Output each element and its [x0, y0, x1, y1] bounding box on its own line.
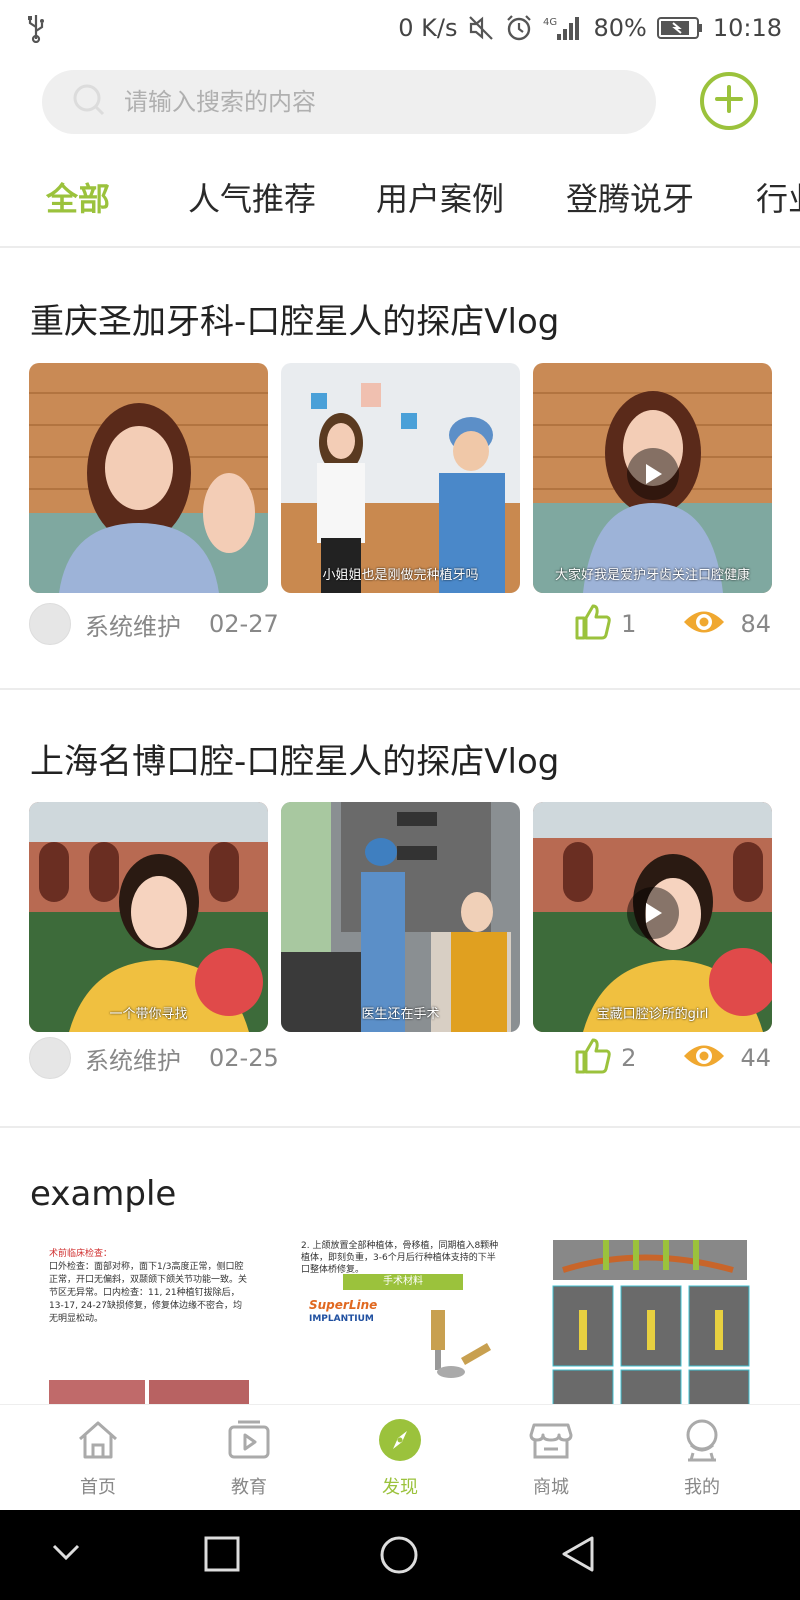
compass-icon — [377, 1419, 423, 1467]
profile-icon — [679, 1419, 725, 1467]
usb-icon — [26, 13, 46, 43]
nav-label: 我的 — [684, 1477, 720, 1498]
alarm-icon — [505, 14, 533, 42]
post-thumbnails: 术前临床检查： 口外检查：面部对称，面下1/3高度正常，侧口腔正常，开口无偏斜，… — [29, 1240, 772, 1404]
like-count: 1 — [621, 610, 637, 638]
system-navigation-bar — [0, 1510, 800, 1600]
search-box[interactable] — [42, 70, 656, 134]
like-count: 2 — [621, 1044, 637, 1072]
view-count: 44 — [740, 1044, 771, 1072]
nav-discover[interactable]: 发现 — [350, 1417, 450, 1499]
network-speed: 0 K/s — [398, 14, 458, 42]
post-thumbnails: 小姐姐也是刚做完种植牙吗 大家好我是爱护牙齿关注口腔健康 — [29, 363, 772, 593]
nav-education[interactable]: 教育 — [199, 1417, 299, 1499]
battery-percent: 80% — [593, 14, 647, 42]
post-thumbnail[interactable]: 宝藏口腔诊所的girl — [533, 802, 772, 1032]
svg-text:4G: 4G — [543, 17, 557, 28]
post-thumbnail[interactable]: 小姐姐也是刚做完种植牙吗 — [281, 363, 520, 593]
plus-icon — [714, 84, 744, 118]
back-icon[interactable] — [558, 1534, 598, 1578]
thumbnail-caption: 一个带你寻找 — [109, 1007, 188, 1022]
thumbnail-caption: 医生还在手术 — [361, 1007, 440, 1022]
doc-top-text: 2. 上颌放置全部种植体，骨移植，同期植入8颗种植体，即刻负重，3-6个月后行种… — [301, 1241, 499, 1275]
post-thumbnail[interactable] — [533, 1240, 772, 1404]
post-card[interactable]: example 术前临床检查： 口外检查：面部对称，面下1/3高度正常，侧口腔正… — [0, 1128, 800, 1404]
tab-popular[interactable]: 人气推荐 — [188, 174, 316, 220]
search-row — [0, 68, 800, 134]
mute-icon — [467, 14, 495, 42]
search-icon — [72, 83, 106, 121]
material-label: 手术材料 — [343, 1274, 463, 1290]
tab-all[interactable]: 全部 — [46, 174, 110, 220]
status-bar: 0 K/s 4G 80% 10:18 — [0, 0, 800, 56]
nav-label: 发现 — [382, 1477, 418, 1498]
post-card[interactable]: 重庆圣加牙科-口腔星人的探店Vlog 小姐姐也是刚做完种植牙吗 大家好我是爱护牙… — [0, 248, 800, 688]
post-title[interactable]: 上海名博口腔-口腔星人的探店Vlog — [30, 734, 559, 783]
author-name[interactable]: 系统维护 — [85, 607, 181, 642]
like-icon[interactable] — [573, 602, 613, 646]
nav-home[interactable]: 首页 — [48, 1417, 148, 1499]
post-title[interactable]: 重庆圣加牙科-口腔星人的探店Vlog — [30, 294, 559, 343]
home-icon — [75, 1421, 121, 1467]
nav-label: 教育 — [231, 1477, 267, 1498]
play-icon[interactable] — [626, 448, 679, 500]
add-button[interactable] — [700, 72, 758, 130]
post-thumbnail[interactable]: 2. 上颌放置全部种植体，骨移植，同期植入8颗种植体，即刻负重，3-6个月后行种… — [281, 1240, 520, 1404]
nav-shop[interactable]: 商城 — [501, 1417, 601, 1499]
author-name[interactable]: 系统维护 — [85, 1041, 181, 1076]
hide-keyboard-icon[interactable] — [48, 1534, 84, 1574]
view-count: 84 — [740, 610, 771, 638]
post-title[interactable]: example — [30, 1174, 176, 1214]
bottom-navigation: 首页 教育 发现 商城 我的 — [0, 1404, 800, 1510]
video-icon — [226, 1420, 272, 1467]
nav-label: 商城 — [533, 1477, 569, 1498]
avatar[interactable] — [29, 1037, 71, 1079]
thumbnail-caption: 大家好我是爱护牙齿关注口腔健康 — [554, 568, 750, 583]
search-input[interactable] — [124, 88, 584, 116]
doc-body: 口外检查：面部对称，面下1/3高度正常，侧口腔正常，开口无偏斜，双颞颌下颌关节功… — [49, 1262, 248, 1324]
post-thumbnail[interactable] — [29, 363, 268, 593]
tab-user-cases[interactable]: 用户案例 — [376, 174, 504, 220]
thumbnail-caption: 小姐姐也是刚做完种植牙吗 — [322, 568, 479, 583]
post-thumbnail[interactable]: 医生还在手术 — [281, 802, 520, 1032]
post-date: 02-27 — [209, 610, 279, 638]
eye-icon — [682, 607, 726, 641]
play-icon[interactable] — [626, 887, 679, 939]
post-card[interactable]: 上海名博口腔-口腔星人的探店Vlog 一个带你寻找 医生还在手术 宝藏口腔诊所的… — [0, 690, 800, 1128]
post-thumbnail[interactable]: 大家好我是爱护牙齿关注口腔健康 — [533, 363, 772, 593]
battery-icon — [656, 15, 703, 41]
product-name: IMPLANTIUM — [309, 1314, 374, 1324]
recent-apps-icon[interactable] — [202, 1534, 242, 1578]
tab-dengteng-talk[interactable]: 登腾说牙 — [566, 174, 694, 220]
post-meta: 系统维护 02-27 1 84 — [29, 602, 771, 646]
brand-name: SuperLine — [309, 1298, 378, 1312]
eye-icon — [682, 1041, 726, 1075]
shop-icon — [528, 1423, 574, 1467]
tab-industry[interactable]: 行业 — [756, 174, 800, 220]
like-icon[interactable] — [573, 1036, 613, 1080]
post-thumbnail[interactable]: 术前临床检查： 口外检查：面部对称，面下1/3高度正常，侧口腔正常，开口无偏斜，… — [29, 1240, 268, 1404]
thumbnail-caption: 宝藏口腔诊所的girl — [596, 1007, 709, 1022]
doc-heading: 术前临床检查： — [49, 1249, 113, 1259]
nav-label: 首页 — [80, 1477, 116, 1498]
home-button-icon[interactable] — [378, 1534, 420, 1580]
nav-profile[interactable]: 我的 — [652, 1417, 752, 1499]
post-thumbnail[interactable]: 一个带你寻找 — [29, 802, 268, 1032]
post-meta: 系统维护 02-25 2 44 — [29, 1036, 771, 1080]
post-thumbnails: 一个带你寻找 医生还在手术 宝藏口腔诊所的girl — [29, 802, 772, 1032]
clock: 10:18 — [712, 14, 782, 42]
category-tabs: 全部 人气推荐 用户案例 登腾说牙 行业 — [0, 164, 800, 234]
signal-icon: 4G — [543, 14, 583, 42]
avatar[interactable] — [29, 603, 71, 645]
post-date: 02-25 — [209, 1044, 279, 1072]
